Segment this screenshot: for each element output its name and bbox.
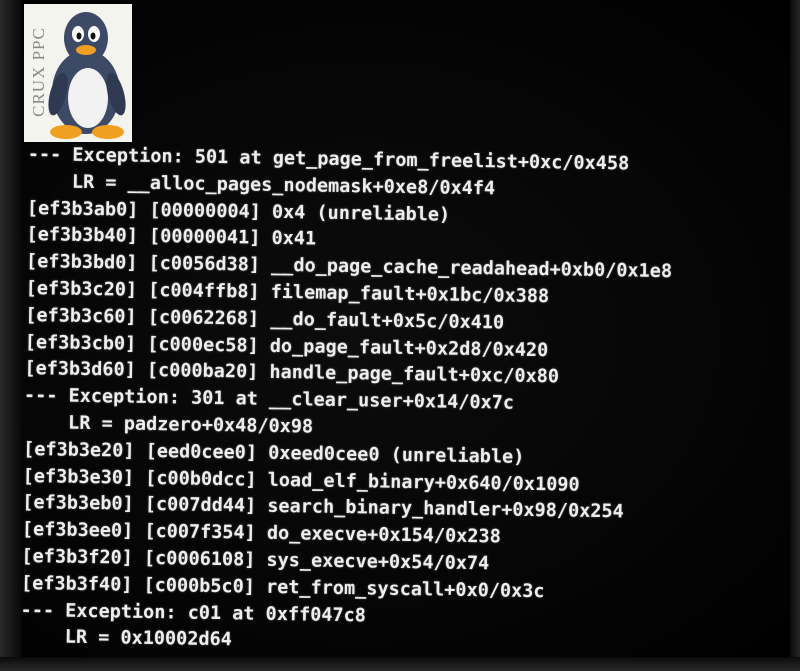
tux-penguin-icon <box>48 12 126 139</box>
kernel-oops-console: --- Exception: 501 at get_page_from_free… <box>20 142 674 661</box>
crux-ppc-logo: CRUX PPC <box>24 4 132 142</box>
console-screen: CRUX PPC --- Exception: 501 at get_page_… <box>0 0 800 671</box>
monitor-bezel-left <box>0 0 22 671</box>
monitor-bezel-right <box>790 0 800 671</box>
monitor-bezel-bottom <box>0 657 800 671</box>
